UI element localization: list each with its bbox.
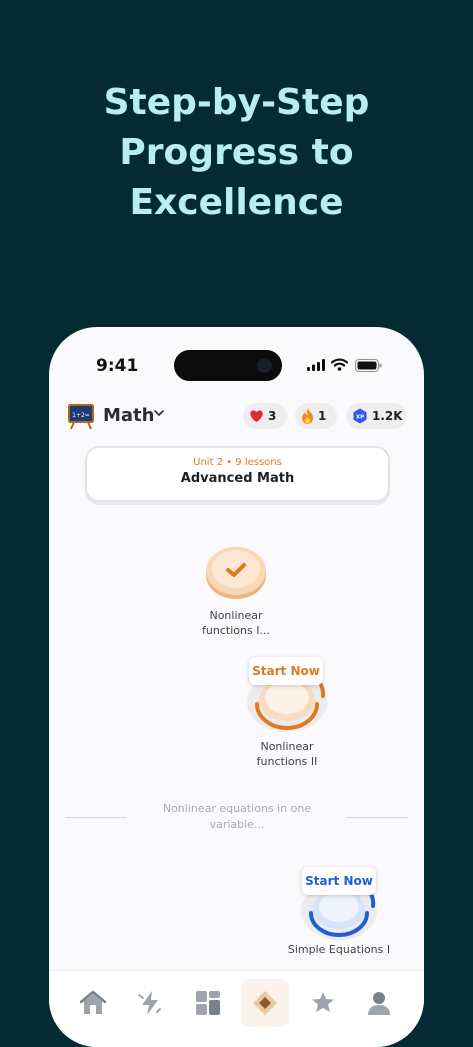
chevron-down-icon[interactable]: [154, 409, 164, 417]
cellular-signal-icon: [307, 359, 325, 371]
streak-counter[interactable]: 1: [295, 403, 337, 429]
profile-icon: [368, 992, 390, 1015]
lesson-1-label: Nonlinear functions I...: [185, 608, 287, 638]
chalkboard-text: 1+2=: [72, 412, 90, 419]
section-divider-right: [346, 817, 408, 818]
tab-bar: [49, 970, 424, 1047]
start-now-tooltip-lesson-3[interactable]: Start Now: [302, 867, 376, 895]
section-divider-line-2: variable...: [209, 818, 265, 831]
status-time: 9:41: [96, 356, 139, 376]
chalkboard-icon: 1+2=: [68, 404, 94, 430]
section-divider-label: Nonlinear equations in one variable...: [147, 801, 327, 833]
diamond-icon: [253, 991, 277, 1015]
battery-icon: [355, 359, 382, 372]
lightning-icon: [138, 991, 161, 1015]
dynamic-island: [174, 350, 282, 381]
section-divider-line-1: Nonlinear equations in one: [162, 802, 312, 815]
subject-header: 1+2= Math 3 1 XP 1.2K: [49, 397, 424, 437]
streak-count: 1: [318, 409, 327, 423]
tab-practice[interactable]: [130, 983, 170, 1023]
tab-home[interactable]: [73, 983, 113, 1023]
lesson-1-label-line-1: Nonlinear: [209, 609, 263, 622]
camera-icon: [257, 358, 272, 373]
lesson-3-label: Simple Equations I: [287, 943, 391, 956]
phone-frame: 9:41 1+2= Math 3 1 XP 1.2K Unit 2 • 9 le…: [49, 327, 424, 1047]
hearts-count: 3: [268, 409, 277, 423]
lesson-node-completed[interactable]: [204, 541, 268, 601]
start-now-tooltip-lesson-2[interactable]: Start Now: [249, 657, 323, 685]
xp-badge-text: XP: [356, 415, 364, 421]
tab-library[interactable]: [188, 983, 228, 1023]
section-divider-left: [65, 817, 127, 818]
xp-count: 1.2K: [372, 409, 403, 423]
tab-learn[interactable]: [241, 979, 289, 1027]
xp-counter[interactable]: XP 1.2K: [346, 403, 407, 429]
tab-profile[interactable]: [359, 983, 399, 1023]
wifi-icon: [331, 358, 348, 371]
headline-line-1: Step-by-Step: [103, 82, 370, 123]
lesson-2-label-line-1: Nonlinear: [260, 740, 314, 753]
unit-subtitle: Unit 2 • 9 lessons: [193, 457, 282, 468]
fire-icon: [302, 408, 313, 424]
xp-hexagon-icon: XP: [353, 408, 367, 424]
tab-achievements[interactable]: [303, 983, 343, 1023]
star-icon: [312, 992, 334, 1012]
unit-title: Advanced Math: [180, 471, 295, 486]
headline: Step-by-Step Progress to Excellence: [0, 78, 473, 228]
status-bar: 9:41: [49, 327, 424, 407]
headline-line-2: Progress to: [119, 132, 354, 173]
unit-card[interactable]: Unit 2 • 9 lessons Advanced Math: [85, 446, 390, 502]
home-icon: [79, 990, 107, 1014]
headline-line-3: Excellence: [129, 182, 344, 223]
hearts-counter[interactable]: 3: [243, 403, 287, 429]
lesson-2-label-line-2: functions II: [256, 755, 318, 768]
grid-icon: [196, 991, 220, 1015]
lesson-1-label-line-2: functions I...: [202, 624, 270, 637]
subject-selector[interactable]: Math: [103, 405, 154, 426]
lesson-2-label: Nonlinear functions II: [236, 739, 338, 769]
heart-icon: [250, 410, 263, 422]
